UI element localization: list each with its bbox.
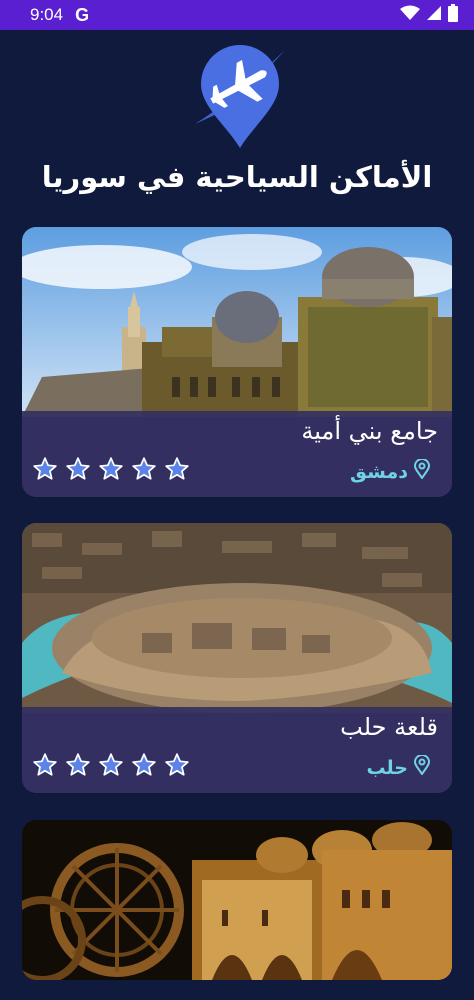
- place-card[interactable]: [22, 820, 452, 980]
- star-icon: [164, 456, 190, 482]
- place-image-hama-norias: [22, 820, 452, 980]
- google-g-icon: G: [75, 4, 90, 25]
- star-icon: [32, 752, 58, 778]
- star-icon: [98, 752, 124, 778]
- rating-stars: [32, 752, 190, 778]
- place-info-panel: قلعة حلب حلب: [22, 707, 452, 793]
- status-right: [400, 3, 458, 27]
- place-name: جامع بني أمية: [301, 417, 438, 445]
- status-left: 9:04 G: [30, 5, 89, 26]
- star-icon: [164, 752, 190, 778]
- signal-icon: [426, 5, 442, 26]
- battery-icon: [448, 3, 458, 27]
- star-icon: [131, 456, 157, 482]
- rating-stars: [32, 456, 190, 482]
- place-location: حلب: [366, 754, 431, 780]
- star-icon: [32, 456, 58, 482]
- place-name: قلعة حلب: [340, 713, 438, 741]
- place-image-umayyad-mosque: [22, 227, 452, 417]
- place-location: دمشق: [350, 458, 431, 484]
- place-image-aleppo-citadel: [22, 523, 452, 713]
- status-time: 9:04: [30, 5, 64, 24]
- place-city: دمشق: [350, 460, 408, 483]
- location-pin-icon: [413, 458, 431, 484]
- star-icon: [131, 752, 157, 778]
- wifi-icon: [400, 5, 420, 26]
- star-icon: [65, 456, 91, 482]
- star-icon: [98, 456, 124, 482]
- place-info-panel: جامع بني أمية دمشق: [22, 411, 452, 497]
- status-bar: 9:04 G: [0, 0, 474, 30]
- place-city: حلب: [366, 756, 408, 779]
- place-card[interactable]: جامع بني أمية دمشق: [22, 227, 452, 497]
- location-pin-icon: [413, 754, 431, 780]
- plane-location-logo: [193, 44, 287, 152]
- star-icon: [65, 752, 91, 778]
- page-title: الأماكن السياحية في سوريا: [41, 160, 433, 194]
- place-card[interactable]: قلعة حلب حلب: [22, 523, 452, 793]
